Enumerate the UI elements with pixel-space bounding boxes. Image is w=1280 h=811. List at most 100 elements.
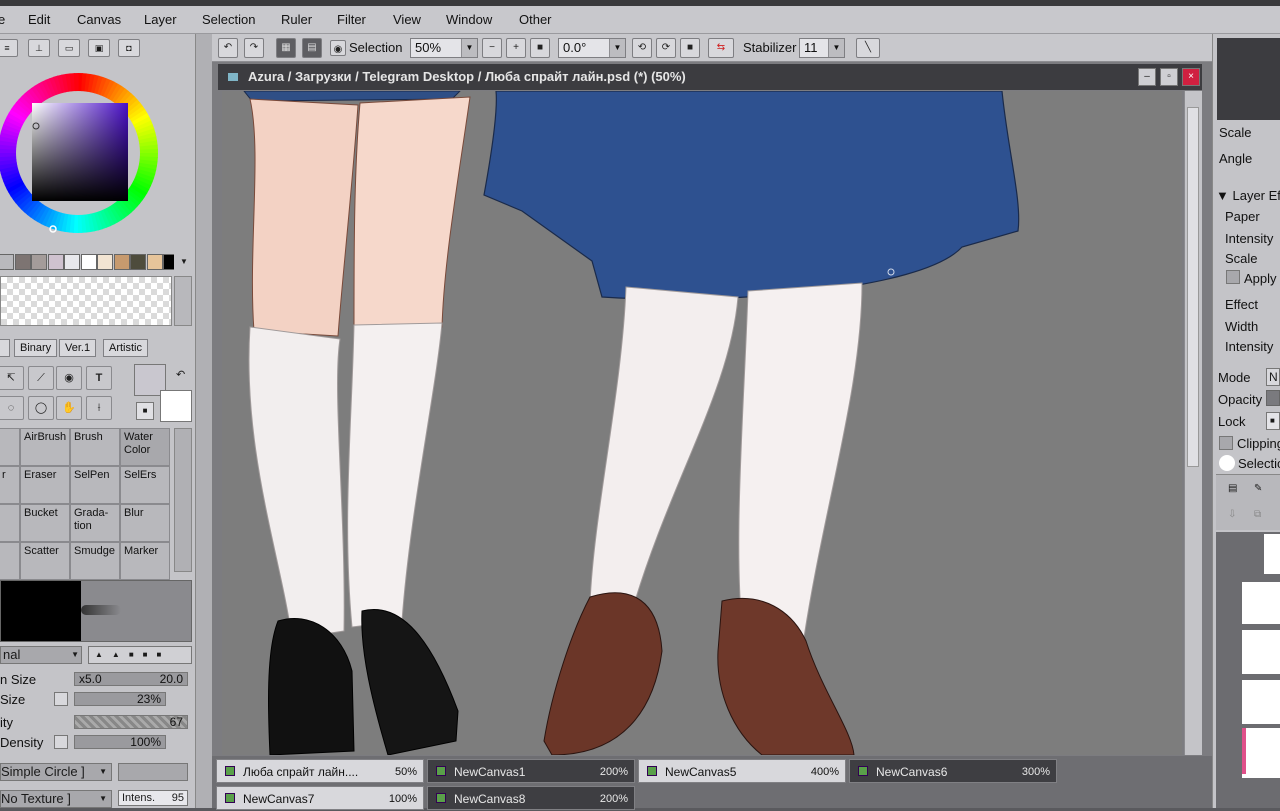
transfer-down-icon[interactable]: ⇩	[1228, 509, 1236, 520]
brush-shape-presets[interactable]: ▲▲■■■	[88, 646, 192, 664]
navigator-preview[interactable]	[1217, 38, 1280, 120]
rotate-view-icon[interactable]: ◯	[28, 396, 54, 420]
invert-selection-icon[interactable]: ▤	[302, 38, 322, 58]
layer-row[interactable]	[1242, 582, 1280, 624]
rotate-right-icon[interactable]: ⟳	[656, 38, 676, 58]
hand-icon[interactable]: ✋	[56, 396, 82, 420]
color-wheel[interactable]	[0, 63, 170, 243]
brush-size-slider[interactable]: x5.0 20.0	[74, 672, 188, 686]
menu-edit[interactable]: Edit	[28, 12, 50, 27]
flip-horizontal-icon[interactable]: ⇆	[708, 38, 734, 58]
color-swatch[interactable]	[130, 254, 146, 270]
brush-slot[interactable]: SelPen	[70, 466, 120, 504]
zoom-reset-button[interactable]: ■	[530, 38, 550, 58]
layer-row[interactable]	[1242, 728, 1280, 778]
stabilizer-select[interactable]: 11 ▼	[799, 38, 845, 58]
user-palette-grid[interactable]	[0, 276, 172, 326]
color-swatch[interactable]	[31, 254, 47, 270]
document-tab[interactable]: NewCanvas1 200%	[427, 759, 635, 783]
clipping-checkbox[interactable]	[1219, 436, 1233, 450]
menu-filter[interactable]: Filter	[337, 12, 366, 27]
canvas-vertical-scrollbar[interactable]	[1184, 91, 1202, 755]
drawing-canvas[interactable]	[222, 91, 1182, 755]
brush-slot[interactable]: Grada-tion	[70, 504, 120, 542]
document-tab[interactable]: Люба спрайт лайн.... 50%	[216, 759, 424, 783]
layer-effects-header[interactable]: ▼ Layer Effe	[1216, 188, 1280, 203]
brush-slot[interactable]: Scatter	[20, 542, 70, 580]
rotate-left-icon[interactable]: ⟲	[632, 38, 652, 58]
document-tab[interactable]: NewCanvas6 300%	[849, 759, 1057, 783]
brush-slot[interactable]: SelErs	[120, 466, 170, 504]
pressure-density-icon[interactable]	[54, 735, 68, 749]
scratchpad-tab-icon[interactable]: ◘	[118, 39, 140, 57]
blend-mode-select[interactable]: nal ▼	[0, 646, 82, 664]
color-swatch[interactable]	[80, 254, 97, 270]
zoom-select[interactable]: 50% ▼	[410, 38, 478, 58]
swap-colors-icon[interactable]: ↶	[176, 368, 185, 381]
pressure-size-icon[interactable]	[54, 692, 68, 706]
brush-shape-intensity[interactable]	[118, 763, 188, 781]
selection-toggle-icon[interactable]: ◉	[330, 40, 346, 56]
menu-window[interactable]: Window	[446, 12, 492, 27]
brush-slot[interactable]: Bucket	[20, 504, 70, 542]
minimize-button[interactable]: –	[1138, 68, 1156, 86]
brush-slot[interactable]: Eraser	[20, 466, 70, 504]
brush-slot[interactable]: Marker	[120, 542, 170, 580]
color-swatch[interactable]	[47, 254, 64, 270]
layer-row[interactable]	[1242, 630, 1280, 674]
selection-source-radio[interactable]	[1219, 455, 1235, 471]
left-panel-scrollbar[interactable]	[196, 34, 212, 808]
brush-slot[interactable]: AirBrush	[20, 428, 70, 466]
menu-layer[interactable]: Layer	[144, 12, 177, 27]
new-vector-layer-icon[interactable]: ✎	[1254, 483, 1262, 494]
texture-intensity-field[interactable]: Intens. 95	[118, 790, 188, 806]
zoom-out-button[interactable]: −	[482, 38, 502, 58]
lasso-icon[interactable]: ↸	[0, 366, 24, 390]
brush-slot[interactable]: Smudge	[70, 542, 120, 580]
brush-slot[interactable]	[0, 542, 20, 580]
swatch-tab-icon[interactable]: ▣	[88, 39, 110, 57]
document-tab[interactable]: NewCanvas8 200%	[427, 786, 635, 810]
brush-slot[interactable]: r	[0, 466, 20, 504]
zoom-in-button[interactable]: +	[506, 38, 526, 58]
document-tab[interactable]: NewCanvas5 400%	[638, 759, 846, 783]
layer-list[interactable]	[1216, 532, 1280, 808]
document-tab[interactable]: NewCanvas7 100%	[216, 786, 424, 810]
tab-ver1[interactable]: Ver.1	[59, 339, 97, 357]
tab-binary[interactable]: Binary	[14, 339, 58, 357]
brush-slot[interactable]	[0, 504, 20, 542]
density-slider[interactable]: 67	[74, 715, 188, 729]
undo-icon[interactable]: ↶	[218, 38, 238, 58]
close-button[interactable]: ×	[1182, 68, 1200, 86]
zoom-icon[interactable]: ◉	[56, 366, 82, 390]
brush-slot[interactable]: Blur	[120, 504, 170, 542]
color-wheel-tab-icon[interactable]: ≡	[0, 39, 18, 57]
brush-slot[interactable]	[0, 428, 20, 466]
menu-selection[interactable]: Selection	[202, 12, 255, 27]
color-swatch[interactable]	[146, 254, 163, 270]
redo-icon[interactable]: ↷	[244, 38, 264, 58]
merge-down-icon[interactable]: ⧉	[1254, 509, 1261, 520]
layer-mode-select[interactable]: N	[1266, 368, 1280, 386]
brush-slot[interactable]: Brush	[70, 428, 120, 466]
deselect-icon[interactable]: ▦	[276, 38, 296, 58]
text-tool-icon[interactable]: T	[86, 366, 112, 390]
brush-texture-select[interactable]: No Texture ] ▼	[0, 790, 112, 808]
color-mix-tab-icon[interactable]: ▭	[58, 39, 80, 57]
color-swatch[interactable]	[14, 254, 31, 270]
menu-file[interactable]: e	[0, 12, 5, 27]
magic-wand-icon[interactable]: ⟋	[28, 366, 54, 390]
menu-ruler[interactable]: Ruler	[281, 12, 312, 27]
rotate-reset-button[interactable]: ■	[680, 38, 700, 58]
maximize-button[interactable]: ▫	[1160, 68, 1178, 86]
menu-view[interactable]: View	[393, 12, 421, 27]
magnify-icon[interactable]: ◌	[0, 396, 24, 420]
brush-shape-select[interactable]: Simple Circle ] ▼	[0, 763, 112, 781]
color-swatch[interactable]	[113, 254, 130, 270]
eyedropper-icon[interactable]: ⟊	[86, 396, 112, 420]
color-swatch[interactable]	[97, 254, 113, 270]
apply-checkbox[interactable]	[1226, 270, 1240, 284]
menu-other[interactable]: Other	[519, 12, 552, 27]
pen-pressure-icon[interactable]: ╲	[856, 38, 880, 58]
color-swatch[interactable]	[0, 254, 14, 270]
